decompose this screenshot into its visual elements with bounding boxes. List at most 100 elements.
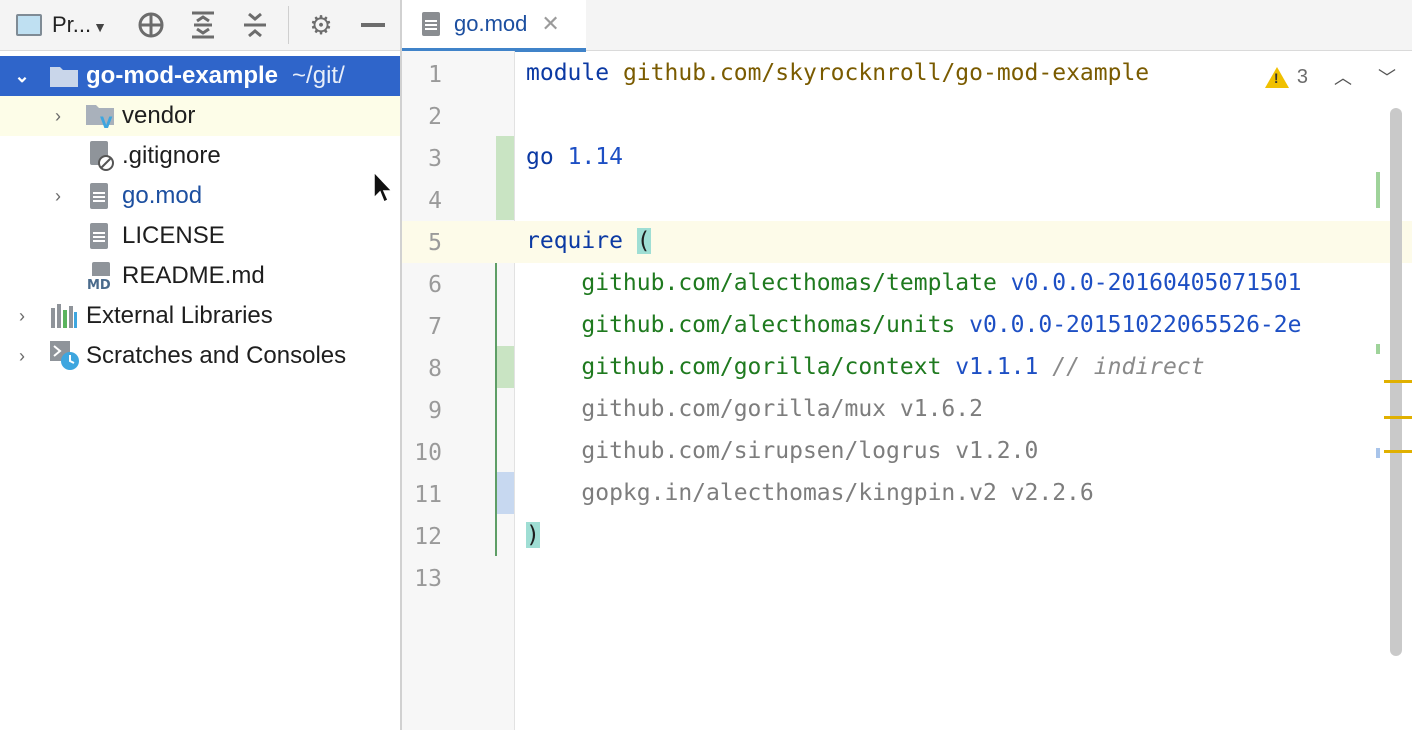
- unused-dependency: github.com/sirupsen/logrus v1.2.0: [581, 438, 1039, 464]
- code-line[interactable]: 8 github.com/gorilla/context v1.1.1 // i…: [402, 347, 1412, 389]
- tree-item-vendor[interactable]: › V vendor: [0, 96, 400, 136]
- chevron-down-icon[interactable]: ⌄: [12, 66, 32, 87]
- project-window-icon: [16, 14, 42, 36]
- code-line[interactable]: 7 github.com/alecthomas/units v0.0.0-201…: [402, 305, 1412, 347]
- tree-item-gitignore[interactable]: .gitignore: [0, 136, 400, 176]
- unused-dependency: github.com/gorilla/mux v1.6.2: [581, 396, 983, 422]
- tree-item-label: LICENSE: [122, 222, 225, 249]
- code-line-current[interactable]: 5 require (: [402, 221, 1412, 263]
- scratches-icon: [50, 341, 80, 371]
- tree-item-label: Scratches and Consoles: [86, 342, 347, 369]
- module-path: github.com/skyrocknroll/go-mod-example: [622, 60, 1150, 86]
- tree-root-go-mod-example[interactable]: ⌄ go-mod-example ~/git/: [0, 56, 400, 96]
- library-icon: [50, 304, 78, 328]
- crosshair-icon: [138, 12, 164, 38]
- editor-tab-bar: go.mod ✕: [402, 0, 1412, 52]
- tree-item-label: vendor: [122, 102, 196, 129]
- code-line[interactable]: 10 github.com/sirupsen/logrus v1.2.0: [402, 431, 1412, 473]
- keyword: module: [526, 60, 610, 86]
- stripe-mark-modified[interactable]: [1376, 448, 1380, 458]
- code-comment: // indirect: [1052, 354, 1205, 380]
- stripe-mark-warning[interactable]: [1384, 416, 1412, 419]
- tab-go-mod[interactable]: go.mod ✕: [402, 0, 586, 52]
- tree-item-go-mod[interactable]: › go.mod: [0, 176, 400, 216]
- inspection-widget[interactable]: 3 ︿ ﹀: [1264, 64, 1396, 90]
- code-text: gopkg.in/alecthomas/kingpin.v2 v2.2.6: [526, 480, 1093, 506]
- tree-item-label: go.mod: [122, 182, 203, 209]
- project-panel: Pr... ▼ ⚙ ⌄ go-mod-example ~/git/ › V ve…: [0, 0, 400, 730]
- code-line[interactable]: 11 gopkg.in/alecthomas/kingpin.v2 v2.2.6: [402, 473, 1412, 515]
- line-number: 4: [428, 188, 442, 214]
- code-text: github.com/gorilla/context v1.1.1 // ind…: [526, 354, 1205, 380]
- expand-all-button[interactable]: [186, 8, 220, 42]
- mouse-cursor-icon: [373, 170, 394, 204]
- chevron-right-icon[interactable]: ›: [12, 346, 32, 367]
- folder-icon: [50, 65, 78, 87]
- matched-brace: (: [636, 228, 651, 254]
- vendor-folder-icon: V: [86, 103, 116, 129]
- code-text: github.com/sirupsen/logrus v1.2.0: [526, 438, 1038, 464]
- line-number: 9: [428, 398, 442, 424]
- warning-count: 3: [1296, 65, 1308, 88]
- tree-item-label: .gitignore: [122, 142, 221, 169]
- expand-all-icon: [192, 11, 214, 39]
- root-label: go-mod-example ~/git/: [86, 62, 345, 90]
- tree-item-readme[interactable]: MD README.md: [0, 256, 400, 296]
- line-number: 5: [428, 230, 442, 256]
- tab-label: go.mod: [454, 11, 528, 36]
- chevron-right-icon[interactable]: ›: [48, 186, 68, 207]
- editor-area: go.mod ✕ 1 module github.com/skyrocknrol…: [402, 0, 1412, 730]
- code-line[interactable]: 4: [402, 179, 1412, 221]
- hide-panel-button[interactable]: [356, 8, 390, 42]
- locate-file-button[interactable]: [134, 8, 168, 42]
- code-text: github.com/alecthomas/template v0.0.0-20…: [526, 270, 1301, 296]
- module-version: v1.1.1: [955, 354, 1039, 380]
- chevron-down-icon: ▼: [93, 19, 107, 35]
- settings-button[interactable]: ⚙: [304, 8, 338, 42]
- code-text: ): [526, 522, 540, 548]
- code-line[interactable]: 6 github.com/alecthomas/template v0.0.0-…: [402, 263, 1412, 305]
- go-version: 1.14: [567, 144, 623, 170]
- line-number: 3: [428, 146, 442, 172]
- matched-brace: ): [526, 522, 540, 548]
- module-version: v0.0.0-20160405071501: [1010, 270, 1302, 296]
- tree-item-external-libraries[interactable]: › External Libraries: [0, 296, 400, 336]
- code-line[interactable]: 3 go 1.14: [402, 137, 1412, 179]
- stripe-mark-added[interactable]: [1376, 172, 1380, 208]
- close-icon[interactable]: ✕: [541, 11, 559, 37]
- chevron-down-icon[interactable]: ﹀: [1378, 64, 1396, 90]
- tree-item-scratches[interactable]: › Scratches and Consoles: [0, 336, 400, 376]
- tree-item-label: README.md: [122, 262, 265, 289]
- svg-text:MD: MD: [87, 278, 111, 290]
- line-number: 10: [414, 440, 442, 466]
- project-toolbar: Pr... ▼ ⚙: [0, 0, 400, 51]
- code-text: github.com/alecthomas/units v0.0.0-20151…: [526, 312, 1301, 338]
- code-line[interactable]: 1 module github.com/skyrocknroll/go-mod-…: [402, 53, 1412, 95]
- chevron-right-icon[interactable]: ›: [12, 306, 32, 327]
- code-line[interactable]: 13: [402, 557, 1412, 599]
- code-line[interactable]: 2: [402, 95, 1412, 137]
- stripe-mark-added[interactable]: [1376, 344, 1380, 354]
- keyword: require: [526, 228, 623, 254]
- chevron-up-icon[interactable]: ︿: [1334, 64, 1352, 90]
- warning-icon: [1264, 66, 1289, 88]
- stripe-mark-warning[interactable]: [1384, 380, 1412, 383]
- line-number: 7: [428, 314, 442, 340]
- markdown-file-icon: MD: [86, 262, 114, 290]
- line-number: 1: [428, 62, 442, 88]
- project-view-selector[interactable]: Pr... ▼: [16, 10, 107, 40]
- collapse-all-button[interactable]: [238, 8, 272, 42]
- line-number: 6: [428, 272, 442, 298]
- chevron-right-icon[interactable]: ›: [48, 106, 68, 127]
- line-number: 8: [428, 356, 442, 382]
- code-text: require (: [526, 228, 651, 254]
- tree-item-label: External Libraries: [86, 302, 273, 329]
- module-name: github.com/gorilla/context: [581, 354, 942, 380]
- tree-item-license[interactable]: LICENSE: [0, 216, 400, 256]
- gear-icon: ⚙: [309, 9, 333, 40]
- stripe-mark-warning[interactable]: [1384, 450, 1412, 453]
- code-line[interactable]: 12 ): [402, 515, 1412, 557]
- line-number: 2: [428, 104, 442, 130]
- code-line[interactable]: 9 github.com/gorilla/mux v1.6.2: [402, 389, 1412, 431]
- toolbar-separator: [288, 6, 289, 44]
